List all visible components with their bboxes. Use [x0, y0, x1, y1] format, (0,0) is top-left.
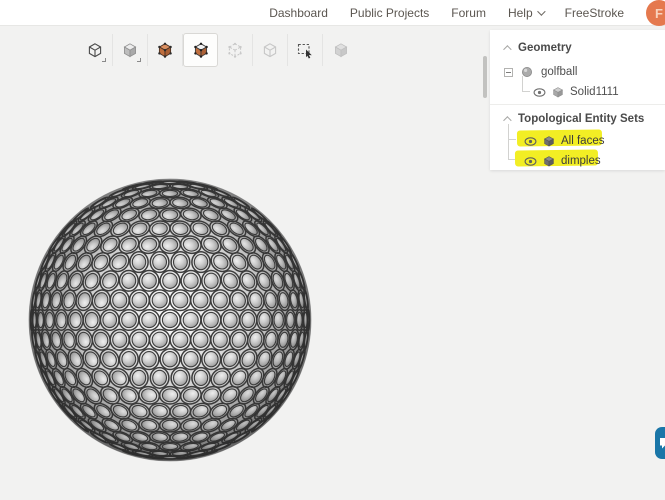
solid1111-label: Solid1111 — [570, 86, 619, 98]
visibility-eye-icon[interactable] — [533, 87, 546, 97]
solid-cube-icon — [552, 87, 564, 98]
dropdown-corner-icon — [137, 58, 141, 62]
visibility-eye-icon[interactable] — [524, 156, 537, 166]
entity-set-icon — [543, 136, 555, 147]
toolbar-select-vertices-button[interactable] — [253, 34, 288, 66]
nav-public-projects[interactable]: Public Projects — [350, 6, 429, 20]
collapse-chevron-icon[interactable] — [503, 45, 512, 54]
tree-section-geometry[interactable]: Geometry — [490, 38, 665, 58]
nav-freestroke[interactable]: FreeStroke — [565, 6, 624, 20]
chevron-down-icon — [536, 7, 546, 16]
viewport-3d[interactable] — [27, 177, 313, 463]
toolbar-select-edges-button[interactable] — [218, 34, 253, 66]
geometry-section-title: Geometry — [518, 42, 572, 54]
panel-divider — [490, 104, 665, 105]
toolbar-render-mode-cube-button[interactable] — [78, 34, 113, 66]
nav-help-label: Help — [507, 6, 533, 20]
iso-cube-outline-icon — [88, 43, 102, 58]
toolbar-shaded-cube-button[interactable] — [113, 34, 148, 66]
all-faces-label: All faces — [561, 135, 605, 147]
simscale-workbench: Dashboard Public Projects Forum Help Fre… — [0, 0, 665, 500]
dimples-label: dimples — [561, 155, 601, 167]
nav-dashboard[interactable]: Dashboard — [269, 6, 328, 20]
panel-scrollbar-thumb[interactable] — [483, 56, 487, 98]
golfball-label: golfball — [541, 66, 578, 78]
tree-item-golfball[interactable]: golfball — [490, 62, 665, 82]
avatar-initial: F — [655, 5, 663, 21]
entity-set-icon — [543, 156, 555, 167]
visibility-eye-icon[interactable] — [524, 136, 537, 146]
nav-forum[interactable]: Forum — [451, 6, 486, 20]
shaded-cube-icon — [123, 43, 137, 58]
tree-item-all-faces[interactable]: All faces — [490, 131, 665, 151]
orange-cube-vertices-icon — [158, 42, 172, 58]
toolbar-box-select-button[interactable] — [288, 34, 323, 66]
top-nav: Dashboard Public Projects Forum Help Fre… — [269, 0, 665, 26]
topological-section-title: Topological Entity Sets — [518, 113, 645, 125]
geometry-sphere-icon — [522, 67, 532, 77]
toolbar-select-faces-button[interactable] — [183, 33, 218, 67]
chat-bubble-icon — [660, 438, 665, 449]
viewport-toolbar — [78, 33, 358, 67]
scene-tree-panel: Geometry golfball Solid1111 Topological … — [490, 30, 665, 170]
tree-item-dimples[interactable]: dimples — [490, 151, 665, 171]
top-nav-bar: Dashboard Public Projects Forum Help Fre… — [0, 0, 665, 26]
user-avatar[interactable]: F — [646, 0, 665, 26]
disabled-cube-icon — [334, 43, 347, 58]
toolbar-select-volumes-button[interactable] — [148, 34, 183, 66]
nav-help-menu[interactable]: Help — [507, 6, 546, 20]
collapse-minus-toggle[interactable] — [504, 67, 513, 77]
dropdown-corner-icon — [102, 58, 106, 62]
box-select-cursor-icon — [297, 43, 312, 58]
orange-cube-faces-selected-icon — [193, 42, 208, 58]
light-cube-outline-icon — [263, 43, 277, 58]
toolbar-invert-selection-button[interactable] — [323, 34, 358, 66]
golfball-model[interactable] — [27, 177, 313, 463]
dashed-cube-vertices-icon — [228, 42, 242, 58]
support-chat-button[interactable] — [655, 427, 665, 459]
tree-section-topological-entity-sets[interactable]: Topological Entity Sets — [490, 109, 665, 129]
collapse-chevron-icon[interactable] — [503, 116, 512, 125]
tree-item-solid1111[interactable]: Solid1111 — [490, 82, 665, 102]
